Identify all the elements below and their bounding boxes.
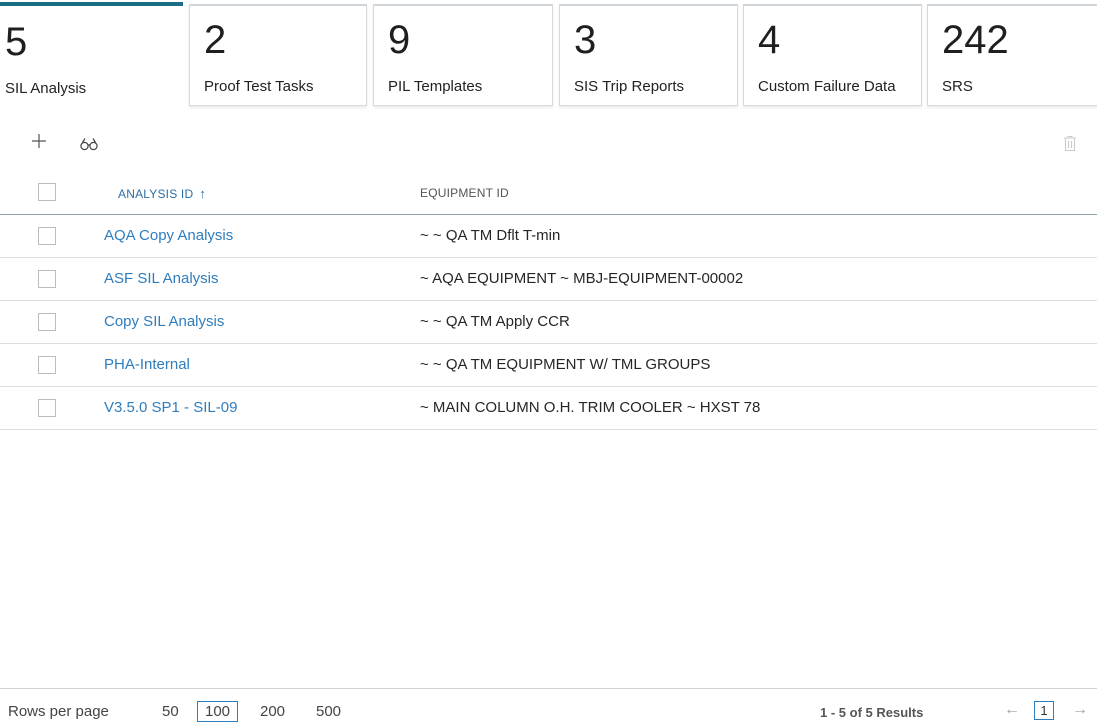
column-header-equipment-id[interactable]: EQUIPMENT ID: [420, 186, 509, 200]
plus-icon[interactable]: [30, 132, 48, 155]
tile-sil-analysis[interactable]: 5 SIL Analysis: [0, 2, 183, 120]
grid-toolbar: [0, 128, 1097, 164]
prev-page-arrow-icon[interactable]: ←: [1004, 701, 1020, 719]
tile-count: 242: [942, 18, 1009, 62]
analysis-id-link[interactable]: Copy SIL Analysis: [104, 313, 224, 330]
tile-count: 9: [388, 18, 411, 62]
rows-per-page-label: Rows per page: [8, 703, 109, 720]
column-header-label: ANALYSIS ID: [118, 187, 194, 201]
summary-tiles: 5 SIL Analysis 2 Proof Test Tasks 9 PIL …: [0, 0, 1097, 120]
equipment-id-cell: ~ ~ QA TM EQUIPMENT W/ TML GROUPS: [420, 356, 711, 373]
tile-count: 5: [5, 20, 28, 64]
analysis-id-link[interactable]: PHA-Internal: [104, 356, 190, 373]
row-checkbox[interactable]: [38, 227, 56, 245]
rows-option-200[interactable]: 200: [260, 703, 285, 720]
table-row[interactable]: V3.5.0 SP1 - SIL-09 ~ MAIN COLUMN O.H. T…: [0, 387, 1097, 430]
column-header-analysis-id[interactable]: ANALYSIS ID ↑: [118, 186, 206, 201]
tile-count: 2: [204, 18, 227, 62]
tile-srs[interactable]: 242 SRS: [927, 4, 1097, 106]
rows-option-50[interactable]: 50: [162, 703, 179, 720]
equipment-id-cell: ~ AQA EQUIPMENT ~ MBJ-EQUIPMENT-00002: [420, 270, 744, 287]
table-row[interactable]: ASF SIL Analysis ~ AQA EQUIPMENT ~ MBJ-E…: [0, 258, 1097, 301]
equipment-id-cell: ~ ~ QA TM Dflt T-min: [420, 227, 561, 244]
equipment-id-cell: ~ ~ QA TM Apply CCR: [420, 313, 570, 330]
pagination-bar: Rows per page 50 100 200 500 1 - 5 of 5 …: [0, 688, 1097, 726]
tile-custom-failure-data[interactable]: 4 Custom Failure Data: [743, 4, 922, 106]
row-checkbox[interactable]: [38, 270, 56, 288]
results-count: 1 - 5 of 5 Results: [820, 705, 924, 720]
next-page-arrow-icon[interactable]: →: [1072, 701, 1088, 719]
row-checkbox[interactable]: [38, 313, 56, 331]
table-row[interactable]: PHA-Internal ~ ~ QA TM EQUIPMENT W/ TML …: [0, 344, 1097, 387]
table-row[interactable]: AQA Copy Analysis ~ ~ QA TM Dflt T-min: [0, 215, 1097, 258]
analysis-table: ANALYSIS ID ↑ EQUIPMENT ID AQA Copy Analy…: [0, 170, 1097, 430]
tile-pil-templates[interactable]: 9 PIL Templates: [373, 4, 553, 106]
tile-proof-test-tasks[interactable]: 2 Proof Test Tasks: [189, 4, 367, 106]
tile-count: 4: [758, 18, 781, 62]
current-page-button[interactable]: 1: [1034, 701, 1054, 720]
table-header: ANALYSIS ID ↑ EQUIPMENT ID: [0, 170, 1097, 215]
tile-count: 3: [574, 18, 597, 62]
analysis-id-link[interactable]: ASF SIL Analysis: [104, 270, 219, 287]
tile-label: Custom Failure Data: [758, 78, 896, 95]
rows-option-500[interactable]: 500: [316, 703, 341, 720]
tile-label: SIS Trip Reports: [574, 78, 685, 95]
select-all-checkbox[interactable]: [38, 183, 56, 201]
tile-sis-trip-reports[interactable]: 3 SIS Trip Reports: [559, 4, 738, 106]
tile-label: Proof Test Tasks: [204, 78, 314, 95]
tile-label: SIL Analysis: [5, 80, 87, 97]
equipment-id-cell: ~ MAIN COLUMN O.H. TRIM COOLER ~ HXST 78: [420, 399, 761, 416]
binoculars-icon[interactable]: [80, 137, 98, 156]
row-checkbox[interactable]: [38, 399, 56, 417]
trash-icon[interactable]: [1063, 135, 1077, 157]
analysis-id-link[interactable]: AQA Copy Analysis: [104, 227, 233, 244]
analysis-id-link[interactable]: V3.5.0 SP1 - SIL-09: [104, 399, 237, 416]
tile-label: PIL Templates: [388, 78, 483, 95]
row-checkbox[interactable]: [38, 356, 56, 374]
tile-label: SRS: [942, 78, 973, 95]
sort-ascending-icon: ↑: [199, 186, 207, 201]
table-row[interactable]: Copy SIL Analysis ~ ~ QA TM Apply CCR: [0, 301, 1097, 344]
rows-option-100[interactable]: 100: [197, 701, 239, 722]
